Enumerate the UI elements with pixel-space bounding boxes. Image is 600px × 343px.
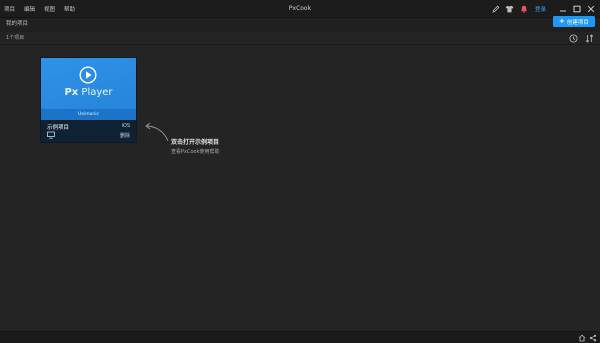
create-project-button[interactable]: + 创建项目	[553, 16, 595, 27]
plus-icon: +	[559, 17, 565, 25]
delete-project-button[interactable]: 删除	[120, 132, 130, 139]
project-platform: iOS	[121, 123, 131, 129]
pen-icon[interactable]	[491, 4, 501, 14]
status-bar	[0, 331, 600, 343]
hint-title: 双击打开示例项目	[171, 139, 220, 146]
play-icon	[79, 66, 97, 84]
project-info: 示例项目 iOS 删除	[41, 120, 136, 142]
maximize-button[interactable]	[571, 3, 582, 14]
menu-item-help[interactable]: 帮助	[64, 5, 75, 13]
sort-icon[interactable]	[584, 33, 594, 43]
home-icon[interactable]	[577, 333, 586, 342]
monitor-icon	[47, 131, 55, 139]
curved-arrow-icon	[145, 122, 169, 142]
brand-name: Player	[81, 87, 113, 98]
create-project-label: 创建项目	[566, 19, 589, 26]
minimize-button[interactable]	[557, 3, 568, 14]
share-icon[interactable]	[588, 333, 597, 342]
hint-subtitle[interactable]: 查看PxCook使用帮助	[171, 148, 219, 155]
project-count: 1个项目	[6, 35, 25, 41]
title-bar-controls: 登录	[487, 0, 596, 17]
menu-item-edit[interactable]: 编辑	[24, 5, 35, 13]
menu-bar: 项目 编辑 视图 帮助	[4, 0, 84, 17]
title-bar: 项目 编辑 视图 帮助 PxCook 登录	[0, 0, 600, 18]
menu-item-view[interactable]: 视图	[44, 5, 55, 13]
close-button[interactable]	[585, 3, 596, 14]
tshirt-icon[interactable]	[505, 4, 515, 14]
clock-icon[interactable]	[568, 33, 578, 43]
project-thumbnail[interactable]: Px Player Ueimonic	[41, 58, 136, 120]
brand-prefix: Px	[64, 87, 79, 98]
project-name[interactable]: 示例项目	[47, 123, 69, 131]
thumbnail-caption-bar: Ueimonic	[41, 109, 136, 120]
thumbnail-caption: Ueimonic	[77, 112, 100, 117]
project-toolbar: 1个项目	[0, 32, 600, 45]
section-header: 我的项目	[0, 18, 600, 32]
section-title: 我的项目	[6, 21, 29, 27]
project-card[interactable]: Px Player Ueimonic 示例项目 iOS 删除	[40, 57, 137, 143]
bell-icon[interactable]	[519, 4, 529, 14]
thumbnail-brand: Px Player	[41, 87, 136, 98]
menu-item-project[interactable]: 项目	[4, 5, 15, 13]
login-link[interactable]: 登录	[535, 5, 546, 13]
